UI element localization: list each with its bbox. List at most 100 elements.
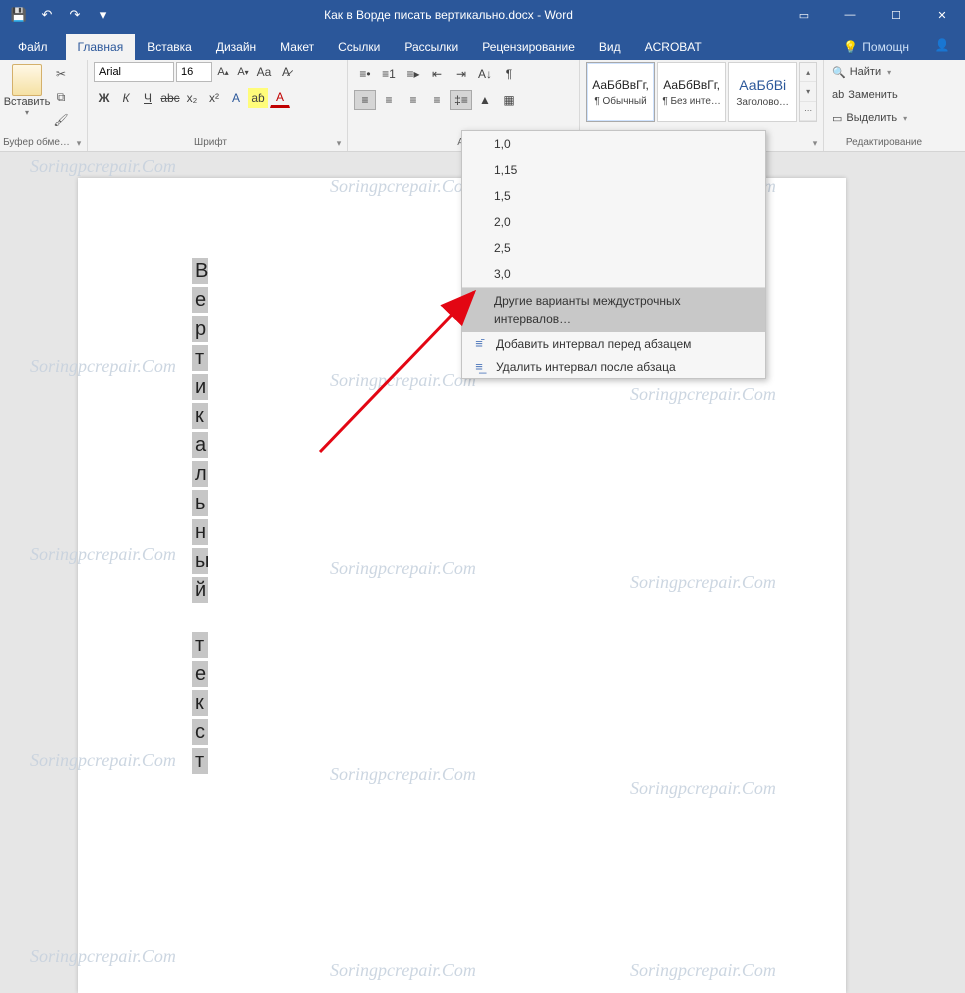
ls-other-options[interactable]: Другие варианты междустрочных интервалов… (462, 287, 765, 332)
tab-insert[interactable]: Вставка (135, 34, 204, 60)
selected-char[interactable]: т (192, 345, 208, 371)
tell-me[interactable]: 💡 Помощн (833, 34, 919, 60)
selected-char[interactable]: е (192, 287, 208, 313)
ribbon-tabs: Файл Главная Вставка Дизайн Макет Ссылки… (0, 30, 965, 60)
styles-more-button[interactable]: ▴▾⋯ (799, 62, 817, 122)
selected-char[interactable]: В (192, 258, 208, 284)
shrink-font-button[interactable]: A▾ (234, 62, 252, 82)
ls-option-1.0[interactable]: 1,0 (462, 131, 765, 157)
text-effects-button[interactable]: A (226, 88, 246, 108)
selected-char[interactable]: ь (192, 490, 208, 516)
ls-option-2.5[interactable]: 2,5 (462, 235, 765, 261)
ls-option-1.15[interactable]: 1,15 (462, 157, 765, 183)
ls-remove-space-after[interactable]: ≡̲ Удалить интервал после абзаца (462, 355, 765, 378)
shading-button[interactable]: ▲ (474, 90, 496, 110)
selected-char[interactable]: к (192, 690, 208, 716)
ls-option-2.0[interactable]: 2,0 (462, 209, 765, 235)
tab-review[interactable]: Рецензирование (470, 34, 587, 60)
font-size-combo[interactable] (176, 62, 212, 82)
numbering-button[interactable]: ≡1 (378, 64, 400, 84)
style-no-spacing[interactable]: АаБбВвГг, ¶ Без инте… (657, 62, 726, 122)
style-normal[interactable]: АаБбВвГг, ¶ Обычный (586, 62, 655, 122)
grow-font-button[interactable]: A▴ (214, 62, 232, 82)
tab-design[interactable]: Дизайн (204, 34, 268, 60)
maximize-button[interactable]: ☐ (873, 0, 919, 30)
tab-references[interactable]: Ссылки (326, 34, 392, 60)
tab-view[interactable]: Вид (587, 34, 633, 60)
sort-button[interactable]: A↓ (474, 64, 496, 84)
align-right-button[interactable]: ≡ (402, 90, 424, 110)
selected-char[interactable]: к (192, 403, 208, 429)
style-heading1[interactable]: АаБбВі Заголово… (728, 62, 797, 122)
tab-mailings[interactable]: Рассылки (392, 34, 470, 60)
remove-after-icon: ≡̲ (470, 359, 488, 374)
ls-option-1.5[interactable]: 1,5 (462, 183, 765, 209)
selected-char[interactable]: н (192, 519, 208, 545)
selected-char[interactable]: й (192, 577, 208, 603)
styles-dialog-launcher[interactable]: ▾ (809, 137, 821, 149)
subscript-button[interactable]: x₂ (182, 88, 202, 108)
replace-label: Заменить (848, 89, 897, 101)
font-color-button[interactable]: A (270, 88, 290, 108)
clear-formatting-button[interactable]: A̷ (276, 62, 296, 82)
line-spacing-button[interactable]: ‡≡ (450, 90, 472, 110)
selected-char[interactable]: р (192, 316, 208, 342)
align-center-button[interactable]: ≡ (378, 90, 400, 110)
close-button[interactable]: ✕ (919, 0, 965, 30)
selected-char[interactable]: с (192, 719, 208, 745)
minimize-button[interactable]: — (827, 0, 873, 30)
style-sample: АаБбВвГг, (592, 78, 649, 92)
highlight-color-button[interactable]: aɓ (248, 88, 268, 108)
underline-button[interactable]: Ч (138, 88, 158, 108)
selected-char[interactable]: т (192, 748, 208, 774)
selected-char[interactable]: ы (192, 548, 208, 574)
ls-add-space-before[interactable]: ≡̄ Добавить интервал перед абзацем (462, 332, 765, 355)
select-button[interactable]: ▭ Выделить ▾ (830, 108, 938, 128)
vertical-text-selection[interactable]: Вертикальныйтекст (192, 258, 208, 777)
group-label-editing: Редактирование (824, 137, 944, 148)
ls-add-before-label: Добавить интервал перед абзацем (496, 337, 691, 351)
clipboard-dialog-launcher[interactable]: ▾ (73, 137, 85, 149)
selected-char[interactable]: е (192, 661, 208, 687)
bullets-button[interactable]: ≡• (354, 64, 376, 84)
tab-layout[interactable]: Макет (268, 34, 326, 60)
decrease-indent-button[interactable]: ⇤ (426, 64, 448, 84)
save-button[interactable]: 💾 (6, 2, 32, 28)
customize-qat-button[interactable]: ▾ (90, 2, 116, 28)
strikethrough-button[interactable]: abc (160, 88, 180, 108)
show-marks-button[interactable]: ¶ (498, 64, 520, 84)
selected-char[interactable]: и (192, 374, 208, 400)
paste-button[interactable]: Вставить ▾ (6, 62, 48, 130)
quick-access-toolbar: 💾 ↶ ↷ ▾ (0, 2, 116, 28)
font-name-combo[interactable] (94, 62, 174, 82)
borders-button[interactable]: ▦ (498, 90, 520, 110)
ls-option-3.0[interactable]: 3,0 (462, 261, 765, 287)
format-painter-button[interactable]: 🖌 (50, 110, 72, 130)
font-dialog-launcher[interactable]: ▾ (333, 137, 345, 149)
bold-button[interactable]: Ж (94, 88, 114, 108)
superscript-button[interactable]: x² (204, 88, 224, 108)
copy-button[interactable]: ⧉ (50, 87, 72, 107)
selected-char[interactable]: а (192, 432, 208, 458)
share-button[interactable]: 👤 (919, 30, 965, 60)
redo-button[interactable]: ↷ (62, 2, 88, 28)
italic-button[interactable]: К (116, 88, 136, 108)
undo-button[interactable]: ↶ (34, 2, 60, 28)
align-left-button[interactable]: ≡ (354, 90, 376, 110)
selected-char[interactable]: т (192, 632, 208, 658)
tab-acrobat[interactable]: ACROBAT (633, 34, 714, 60)
change-case-button[interactable]: Aa (254, 62, 274, 82)
ls-remove-after-label: Удалить интервал после абзаца (496, 360, 676, 374)
justify-button[interactable]: ≡ (426, 90, 448, 110)
find-button[interactable]: 🔍 Найти ▾ (830, 62, 938, 82)
style-sample: АаБбВі (739, 77, 786, 93)
increase-indent-button[interactable]: ⇥ (450, 64, 472, 84)
multilevel-list-button[interactable]: ≡▸ (402, 64, 424, 84)
cut-button[interactable]: ✂ (50, 64, 72, 84)
selected-char[interactable]: л (192, 461, 208, 487)
paste-icon (12, 64, 42, 96)
tab-file[interactable]: Файл (0, 34, 66, 60)
replace-button[interactable]: ab Заменить (830, 85, 938, 105)
ribbon-options-button[interactable]: ▭ (781, 0, 827, 30)
tab-home[interactable]: Главная (66, 34, 136, 60)
